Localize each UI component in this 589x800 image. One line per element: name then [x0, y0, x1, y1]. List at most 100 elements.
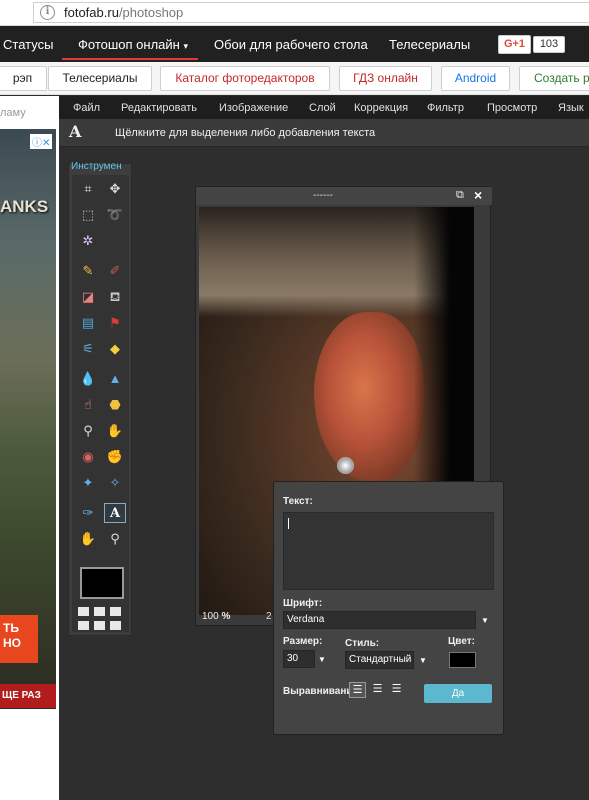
dodge-icon[interactable]: ⚲: [77, 421, 99, 441]
url-text[interactable]: fotofab.ru/photoshop: [64, 5, 183, 20]
nav-item-label: Фотошоп онлайн: [78, 37, 180, 52]
menu-language[interactable]: Язык: [558, 102, 584, 114]
nav-item-photoshop-online[interactable]: Фотошоп онлайн ▾: [78, 37, 188, 52]
spot-heal-icon[interactable]: ✊: [104, 447, 126, 467]
eraser-icon[interactable]: ◪: [77, 287, 99, 307]
pill-gdz[interactable]: ГДЗ онлайн: [339, 66, 432, 91]
sponge-icon[interactable]: ⬣: [104, 395, 126, 415]
photo-ear: [314, 312, 424, 482]
sharpen-icon[interactable]: ▲: [104, 369, 126, 389]
mode-square[interactable]: [78, 621, 89, 630]
caret-down-icon: ▾: [183, 41, 188, 51]
nav-item-wallpapers[interactable]: Обои для рабочего стола: [214, 37, 368, 52]
blur-icon[interactable]: 💧: [77, 369, 99, 389]
move-icon[interactable]: ✥: [104, 179, 126, 199]
menu-view[interactable]: Просмотр: [487, 102, 537, 114]
pill-rap[interactable]: рэп: [0, 66, 47, 91]
burn-icon[interactable]: ✋: [104, 421, 126, 441]
size-dropdown-icon[interactable]: ▼: [318, 655, 326, 664]
red-eye-icon[interactable]: ◉: [77, 447, 99, 467]
type-tool-icon[interactable]: A: [104, 503, 126, 523]
clone-stamp-icon[interactable]: ⚑: [104, 313, 126, 333]
menu-filter[interactable]: Фильтр: [427, 102, 464, 114]
align-center-icon[interactable]: ☰: [369, 682, 386, 698]
bloat-icon[interactable]: ✦: [77, 473, 99, 493]
close-icon[interactable]: ×: [474, 187, 482, 203]
font-select[interactable]: Verdana: [283, 611, 476, 629]
style-dropdown-icon[interactable]: ▼: [419, 656, 427, 665]
menu-edit[interactable]: Редактировать: [121, 102, 197, 114]
text-caret: [288, 518, 289, 529]
menu-image[interactable]: Изображение: [219, 102, 288, 114]
gplus-button[interactable]: G+1: [498, 35, 531, 54]
mode-square[interactable]: [94, 607, 105, 616]
editor-menubar: Файл Редактировать Изображение Слой Корр…: [59, 96, 589, 119]
align-left-icon[interactable]: ☰: [349, 682, 366, 698]
photo-editor-app: Файл Редактировать Изображение Слой Корр…: [59, 96, 589, 800]
zoom-extra: 2: [266, 611, 272, 622]
size-label: Размер:: [283, 636, 323, 647]
lasso-icon[interactable]: ➰: [104, 205, 126, 225]
restore-icon[interactable]: ⧉: [456, 189, 464, 202]
align-label: Выравнивани: [283, 686, 353, 697]
foreground-color-swatch[interactable]: [80, 567, 124, 599]
category-pills: рэп Телесериалы Каталог фоторедакторов Г…: [0, 62, 589, 95]
photo-earring: [337, 457, 354, 474]
image-window-titlebar[interactable]: ------ ⧉ ×: [196, 187, 492, 205]
left-ad-column: ламу ⓘ✕ ANKS ТЬ НО ЩЕ РАЗ: [0, 96, 59, 800]
font-label: Шрифт:: [283, 598, 323, 609]
magic-wand-icon[interactable]: ✲: [77, 231, 99, 251]
zoom-tool-icon[interactable]: ⚲: [104, 529, 126, 549]
color-label: Цвет:: [448, 636, 475, 647]
pill-android[interactable]: Android: [441, 66, 510, 91]
browser-address-bar: i fotofab.ru/photoshop: [0, 0, 589, 26]
style-label: Стиль:: [345, 638, 380, 649]
pill-create[interactable]: Создать р: [519, 66, 589, 91]
mode-square[interactable]: [110, 621, 121, 630]
ok-button[interactable]: Да: [424, 684, 492, 703]
ad-banner[interactable]: ⓘ✕ ANKS ТЬ НО ЩЕ РАЗ: [0, 129, 56, 709]
pencil-icon[interactable]: ✎: [77, 261, 99, 281]
site-info-icon[interactable]: i: [40, 5, 55, 20]
pill-tv-series[interactable]: Телесериалы: [48, 66, 152, 91]
adchoices-icon[interactable]: ⓘ✕: [30, 134, 53, 149]
align-right-icon[interactable]: ☰: [388, 682, 405, 698]
text-tool-icon: A: [69, 122, 82, 141]
size-input[interactable]: 30: [283, 650, 315, 668]
tools-panel-title: Инструмен: [71, 161, 122, 172]
mode-square[interactable]: [110, 607, 121, 616]
zoom-value[interactable]: 100 %: [202, 611, 230, 622]
pill-photo-editors[interactable]: Каталог фоторедакторов: [160, 66, 330, 91]
gradient-icon[interactable]: ▤: [77, 313, 99, 333]
nav-item-statuses[interactable]: Статусы: [3, 37, 53, 52]
font-dropdown-icon[interactable]: ▼: [481, 616, 489, 625]
zoom-number: 100: [202, 611, 219, 622]
pinch-icon[interactable]: ✧: [104, 473, 126, 493]
url-host: fotofab.ru: [64, 5, 119, 20]
hand-icon[interactable]: ✋: [77, 529, 99, 549]
nav-item-tv-series[interactable]: Телесериалы: [389, 37, 470, 52]
crop-icon[interactable]: ⌗: [77, 179, 99, 199]
ad-bottom-bar[interactable]: ЩЕ РАЗ: [0, 684, 56, 708]
text-color-swatch[interactable]: [449, 652, 476, 668]
paint-bucket-icon[interactable]: ⛾: [104, 287, 126, 307]
draw-icon[interactable]: ◆: [104, 339, 126, 359]
text-input[interactable]: [283, 512, 494, 590]
mode-square[interactable]: [94, 621, 105, 630]
tool-hint: Щёлкните для выделения либо добавления т…: [115, 127, 376, 139]
color-picker-icon[interactable]: ✑: [77, 503, 99, 523]
color-replace-icon[interactable]: ⚟: [77, 339, 99, 359]
menu-adjust[interactable]: Коррекция: [354, 102, 408, 114]
menu-file[interactable]: Файл: [73, 102, 100, 114]
ad-title: ANKS: [0, 197, 49, 216]
marquee-icon[interactable]: ⬚: [77, 205, 99, 225]
nav-active-indicator: [62, 58, 198, 60]
menu-layer[interactable]: Слой: [309, 102, 336, 114]
style-select[interactable]: Стандартный: [345, 651, 414, 669]
brush-icon[interactable]: ✐: [104, 261, 126, 281]
mode-square[interactable]: [78, 607, 89, 616]
smudge-icon[interactable]: ☝: [77, 395, 99, 415]
ad-cta-button[interactable]: ТЬ НО: [0, 615, 38, 663]
tool-options-bar: A Щёлкните для выделения либо добавления…: [59, 119, 589, 147]
tools-grid: ⌗ ✥ ⬚ ➰ ✲ ✎ ✐ ◪ ⛾ ▤ ⚑ ⚟ ◆ 💧 ▲ ☝ ⬣ ⚲ ✋ ◉ …: [72, 175, 129, 632]
